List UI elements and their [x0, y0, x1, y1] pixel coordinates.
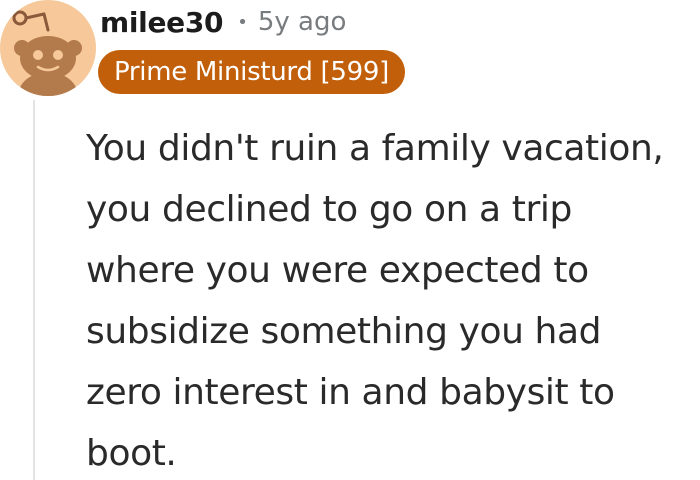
- thread-line[interactable]: [33, 100, 35, 480]
- snoo-avatar-icon: [12, 10, 82, 96]
- avatar[interactable]: [0, 0, 96, 96]
- comment-body: You didn't ruin a family vacation, you d…: [86, 128, 664, 474]
- user-flair-text: Prime Ministurd [599]: [114, 57, 389, 87]
- user-flair: Prime Ministurd [599]: [98, 50, 405, 94]
- comment-meta: milee30 • 5y ago: [100, 2, 346, 42]
- username[interactable]: milee30: [100, 6, 224, 39]
- comment: milee30 • 5y ago Prime Ministurd [599] Y…: [0, 0, 700, 480]
- separator-dot: •: [237, 11, 248, 33]
- timestamp[interactable]: 5y ago: [258, 7, 347, 37]
